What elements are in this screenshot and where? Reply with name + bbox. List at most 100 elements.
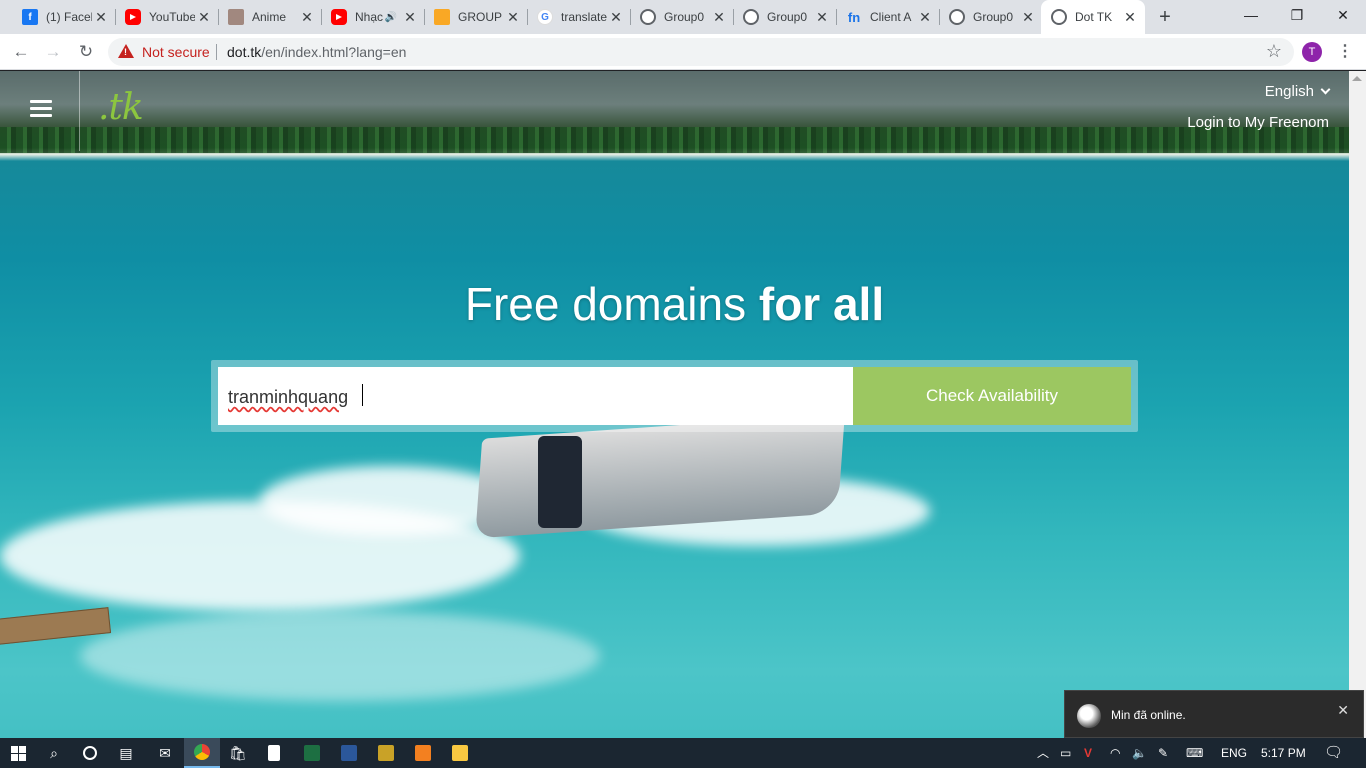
folder-icon (434, 9, 450, 25)
tools-app[interactable] (368, 738, 404, 768)
chrome-app[interactable] (184, 738, 220, 768)
tab-close-icon[interactable]: ✕ (92, 9, 110, 26)
pen-icon[interactable]: ✎ (1158, 738, 1168, 768)
mail-icon: ✉ (159, 744, 171, 761)
cortana-button[interactable] (72, 738, 108, 768)
word-app[interactable] (331, 738, 367, 768)
mail-app[interactable]: ✉ (147, 738, 183, 768)
youtube-icon (331, 9, 347, 25)
windows-taskbar: ⌕ ▤ ✉ 🛍 ︿ ▭ V ◠ 🔈 ✎ ⌨ ENG 5:17 PM 🗨 (0, 738, 1366, 768)
action-center-icon[interactable]: 🗨 (1324, 738, 1343, 768)
store-icon: 🛍 (229, 744, 247, 761)
security-label[interactable]: Not secure (142, 44, 210, 60)
tab-group0-c[interactable]: Group0 ✕ (939, 0, 1043, 34)
profile-avatar[interactable]: T (1302, 42, 1322, 62)
tab-close-icon[interactable]: ✕ (710, 9, 728, 26)
new-tab-button[interactable]: + (1154, 4, 1176, 30)
tab-close-icon[interactable]: ✕ (298, 9, 316, 26)
dot-tk-logo[interactable]: .tk (98, 87, 144, 128)
audio-playing-icon[interactable]: 🔊 (385, 12, 397, 23)
file-explorer-app[interactable] (442, 738, 478, 768)
excel-icon (304, 745, 320, 761)
tab-strip: f (1) Facebook ✕ YouTube ✕ Anime ✕ Nhạc … (0, 0, 1366, 34)
browser-menu-icon[interactable]: ⋮ (1336, 40, 1354, 64)
page-scrollbar[interactable] (1349, 71, 1366, 738)
task-view-button[interactable]: ▤ (108, 738, 144, 768)
windows-logo-icon (10, 745, 26, 761)
text-caret (362, 384, 363, 406)
tab-group[interactable]: GROUP ✕ (424, 0, 528, 34)
keyboard-icon[interactable]: ⌨ (1186, 738, 1203, 768)
folder-icon (452, 745, 468, 761)
tab-close-icon[interactable]: ✕ (1121, 9, 1139, 26)
reload-button[interactable]: ↻ (73, 39, 99, 65)
tab-title: Anime (252, 10, 287, 24)
address-bar[interactable]: Not secure dot.tk/en/index.html?lang=en … (108, 38, 1294, 66)
forward-button[interactable]: → (40, 39, 66, 65)
domain-search-value[interactable]: tranminhquang (228, 387, 348, 408)
tab-client-area[interactable]: fn Client A ✕ (836, 0, 940, 34)
wifi-icon[interactable]: ◠ (1110, 738, 1120, 768)
tab-title: Client A (870, 10, 912, 24)
anime-icon (228, 9, 244, 25)
tab-close-icon[interactable]: ✕ (504, 9, 522, 26)
file-app[interactable] (256, 738, 292, 768)
tab-anime[interactable]: Anime ✕ (218, 0, 322, 34)
search-button[interactable]: ⌕ (36, 738, 72, 768)
close-icon[interactable]: ✕ (1337, 702, 1349, 719)
hamburger-menu-icon[interactable] (30, 100, 52, 118)
page-headline: Free domains for all (0, 277, 1349, 331)
url-text[interactable]: dot.tk/en/index.html?lang=en (227, 44, 406, 60)
warning-icon (118, 44, 134, 58)
tab-close-icon[interactable]: ✕ (1019, 9, 1037, 26)
url-path: /en/index.html?lang=en (261, 44, 407, 60)
start-button[interactable] (0, 738, 36, 768)
tab-dot-tk[interactable]: Dot TK ✕ (1041, 0, 1145, 34)
tab-close-icon[interactable]: ✕ (607, 9, 625, 26)
login-link[interactable]: Login to My Freenom (1187, 114, 1329, 131)
youtube-icon (125, 9, 141, 25)
tab-close-icon[interactable]: ✕ (195, 9, 213, 26)
check-availability-button[interactable]: Check Availability (853, 367, 1131, 425)
tab-title: Group0 (973, 10, 1014, 24)
sublime-icon (415, 745, 431, 761)
vietnamese-input-icon[interactable]: V (1084, 738, 1092, 768)
chrome-icon (194, 744, 210, 760)
tab-facebook[interactable]: f (1) Facebook ✕ (12, 0, 116, 34)
contact-avatar (1077, 704, 1101, 728)
freenom-icon: fn (847, 9, 861, 25)
input-language[interactable]: ENG (1221, 738, 1247, 768)
bookmark-star-icon[interactable]: ☆ (1266, 41, 1282, 62)
volume-icon[interactable]: 🔈 (1132, 738, 1147, 768)
tab-group0-b[interactable]: Group0 ✕ (733, 0, 837, 34)
language-selector[interactable]: English (1265, 83, 1331, 100)
clock[interactable]: 5:17 PM (1261, 738, 1306, 768)
tab-title: GROUP (458, 10, 503, 24)
tab-title: Nhạc (355, 10, 384, 24)
battery-icon[interactable]: ▭ (1060, 738, 1071, 768)
show-hidden-icons-chevron-icon[interactable]: ︿ (1037, 738, 1049, 768)
restore-button[interactable]: ❐ (1274, 0, 1320, 30)
tab-group0-a[interactable]: Group0 ✕ (630, 0, 734, 34)
google-icon: G (537, 9, 553, 25)
tab-youtube[interactable]: YouTube ✕ (115, 0, 219, 34)
tab-title: (1) Facebook (46, 10, 92, 24)
sublime-app[interactable] (405, 738, 441, 768)
globe-icon (1051, 9, 1067, 25)
scroll-up-arrow-icon[interactable] (1352, 76, 1362, 81)
excel-app[interactable] (294, 738, 330, 768)
close-window-button[interactable]: ✕ (1320, 0, 1366, 30)
store-app[interactable]: 🛍 (220, 738, 256, 768)
back-button[interactable]: ← (8, 39, 34, 65)
tab-close-icon[interactable]: ✕ (813, 9, 831, 26)
minimize-button[interactable]: — (1228, 0, 1274, 30)
tab-translate[interactable]: G translate ✕ (527, 0, 631, 34)
tab-title: Group0 (664, 10, 705, 24)
chat-notification[interactable]: Min đã online. ✕ (1064, 690, 1364, 738)
tab-title: YouTube (149, 10, 195, 24)
tab-close-icon[interactable]: ✕ (916, 9, 934, 26)
tab-close-icon[interactable]: ✕ (401, 9, 419, 26)
tab-nhac[interactable]: Nhạc 🔊 ✕ (321, 0, 425, 34)
tab-title: Dot TK (1075, 10, 1113, 24)
globe-icon (949, 9, 965, 25)
